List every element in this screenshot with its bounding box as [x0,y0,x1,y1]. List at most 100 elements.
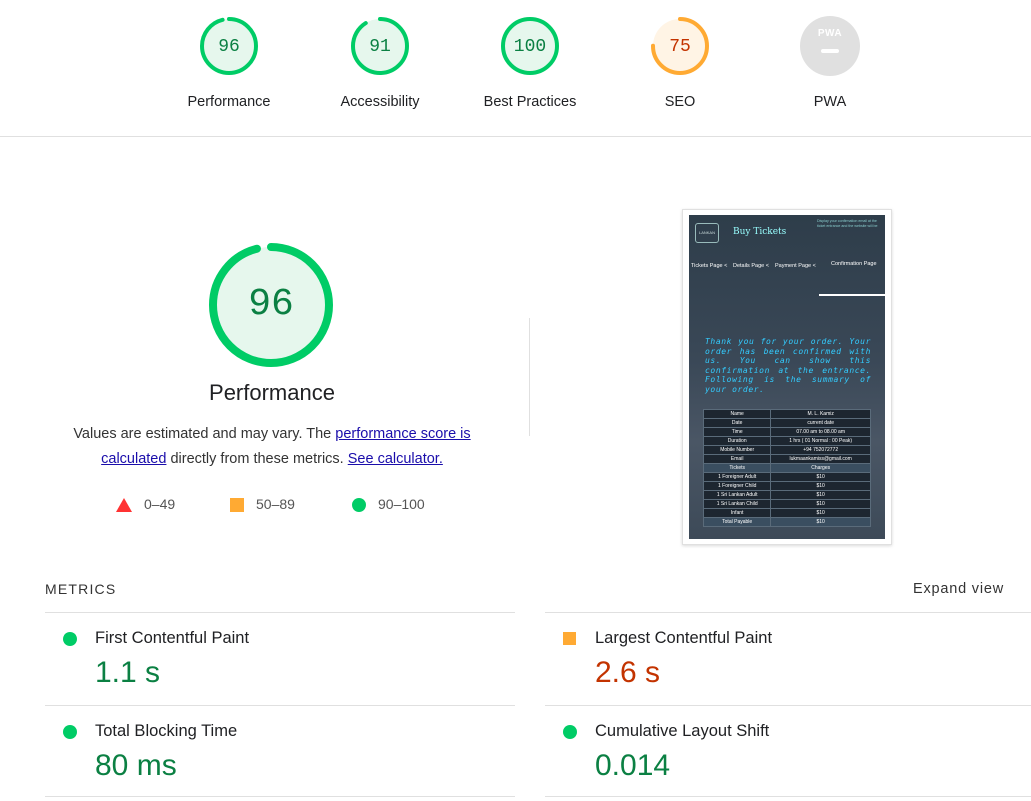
performance-gauge: 96 [208,242,334,368]
summary-value: $10 [770,517,871,527]
summary-label: Infant [702,508,772,518]
thanks-text: Thank you for your order. Your order has… [705,337,871,394]
legend-range: 0–49 [144,496,176,512]
summary-label: Mobile Number [702,445,772,455]
summary-row: Email lukmaankamiss@gmail.com [702,454,871,464]
gauge-score: 75 [669,37,691,57]
summary-value: 1 hrs ( 01 Normal : 00 Peak) [770,436,871,446]
summary-value: $10 [770,499,871,509]
triangle-icon [116,498,132,513]
summary-value: current date [770,418,871,428]
metrics-column-left: First Contentful Paint 1.1 s Total Block… [45,612,515,798]
summary-label: 1 Sri Lankan Adult [702,490,772,500]
summary-label: Name [702,409,772,419]
metric-tbt: Total Blocking Time 80 ms [45,705,515,798]
screenshot-content: LANKAN Buy Tickets Display your confirma… [689,215,885,539]
performance-title: Performance [209,380,335,405]
summary-label: 1 Foreigner Child [702,481,772,491]
pwa-dash [821,49,839,53]
metric-name: Cumulative Layout Shift [595,722,770,740]
see-calculator-link[interactable]: See calculator. [348,451,443,467]
desc-text: Values are estimated and may vary. The [73,426,336,442]
summary-row: 1 Sri Lankan Adult $10 [702,490,871,500]
summary-row: Infant $10 [702,508,871,518]
summary-row: Name M. L. Kamiz [702,409,871,419]
gauge-score: 91 [369,37,391,57]
pass-circle-icon [63,632,77,646]
metric-name: Total Blocking Time [95,722,238,740]
summary-label: Date [702,418,772,428]
gauge-label: Performance [187,94,271,110]
summary-row: 1 Foreigner Child $10 [702,481,871,491]
legend-fail: 0–49 [116,496,176,513]
gauge-performance[interactable]: 96 Performance [164,16,294,110]
summary-value: +94 752072772 [770,445,871,455]
summary-row: Time 07.00 am to 08.00 am [702,427,871,437]
gauge-best-practices[interactable]: 100 Best Practices [465,16,595,110]
summary-value: 07.00 am to 08.00 am [770,427,871,437]
step-confirmation: Confirmation Page [831,261,877,267]
performance-score: 96 [248,283,294,326]
metric-value: 80 ms [95,749,177,782]
summary-value: $10 [770,490,871,500]
legend-range: 90–100 [378,496,425,512]
category-gauges: 96 Performance 91 Accessibility 100 Best… [0,0,1031,137]
legend-pass: 90–100 [352,496,425,513]
metrics-divider [545,796,1031,797]
summary-label: Email [702,454,772,464]
gauge-label: PWA [813,94,847,110]
step-payment: Payment Page < [775,263,816,269]
metric-value: 1.1 s [95,656,161,689]
desc-text: directly from these metrics. [166,451,348,467]
metric-value: 0.014 [595,749,671,782]
summary-label: Duration [702,436,772,446]
gauge-pwa[interactable]: PWA PWA [765,16,895,110]
summary-value: $10 [770,481,871,491]
circle-icon [352,498,366,513]
pass-circle-icon [563,725,577,739]
summary-row: Mobile Number +94 752072772 [702,445,871,455]
metric-name: Largest Contentful Paint [595,629,773,647]
summary-table: Name M. L. Kamiz Date current date Time 07.00… [702,409,871,527]
metric-name: First Contentful Paint [95,629,250,647]
summary-value: M. L. Kamiz [770,409,871,419]
metric-cls: Cumulative Layout Shift 0.014 [545,705,1031,798]
gauge-label: Accessibility [340,94,420,110]
metrics-divider [45,796,515,797]
pwa-badge-text: PWA [817,28,843,39]
summary-label: Time [702,427,772,437]
summary-label: 1 Sri Lankan Child [702,499,772,509]
gauge-accessibility[interactable]: 91 Accessibility [315,16,445,110]
average-square-icon [563,632,576,645]
step-tickets: Tickets Page < [691,263,728,269]
legend-average: 50–89 [230,496,295,513]
summary-label: Total Payable [702,517,772,527]
metric-value: 2.6 s [595,656,661,689]
summary-row: Duration 1 hrs ( 01 Normal : 00 Peak) [702,436,871,446]
performance-description: Values are estimated and may vary. The p… [50,422,494,472]
site-logo: LANKAN [695,223,719,243]
summary-value: $10 [770,508,871,518]
pass-circle-icon [63,725,77,739]
summary-row: 1 Sri Lankan Child $10 [702,499,871,509]
divider [529,318,530,436]
step-details: Details Page < [733,263,769,269]
step-progress-bar [819,294,885,296]
metric-lcp: Largest Contentful Paint 2.6 s [545,612,1031,705]
summary-value: $10 [770,472,871,482]
metrics-column-right: Largest Contentful Paint 2.6 s Cumulativ… [545,612,1031,798]
expand-view-button[interactable]: Expand view [913,581,1004,597]
summary-row: Date current date [702,418,871,428]
site-note: Display your confirmation email at the t… [817,219,878,228]
summary-row: Total Payable $10 [702,517,871,527]
summary-label: Tickets [702,463,772,473]
final-screenshot[interactable]: LANKAN Buy Tickets Display your confirma… [682,209,892,545]
gauge-seo[interactable]: 75 SEO [615,16,745,110]
pwa-icon: PWA [800,16,860,76]
summary-label: 1 Foreigner Adult [702,472,772,482]
summary-value: Charges [770,463,871,473]
gauge-score: 96 [218,37,240,57]
site-title: Buy Tickets [733,227,787,237]
gauge-label: Best Practices [483,94,577,110]
summary-value: lukmaankamiss@gmail.com [770,454,871,464]
